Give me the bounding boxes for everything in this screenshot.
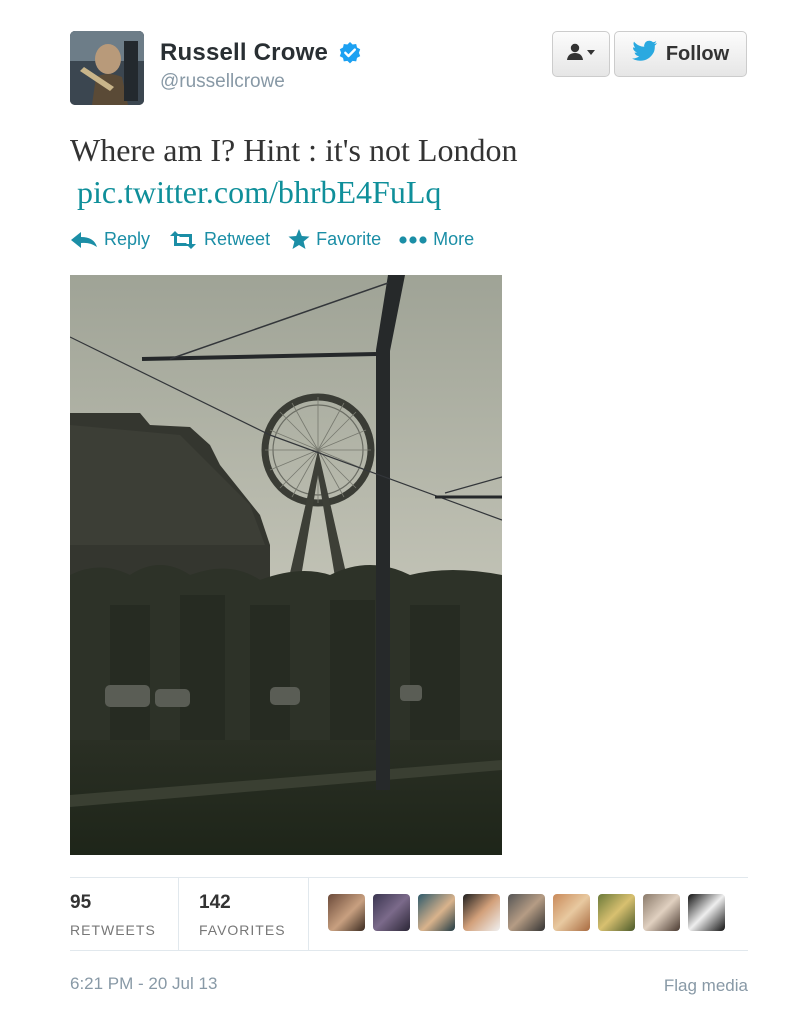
profile-avatar[interactable] xyxy=(70,31,144,105)
reply-button[interactable]: Reply xyxy=(70,229,150,250)
retweets-stat[interactable]: 95 RETWEETS xyxy=(70,892,156,938)
more-button[interactable]: More xyxy=(399,229,474,250)
retweets-count: 95 xyxy=(70,892,92,913)
user-icon xyxy=(566,42,596,67)
verified-badge-icon xyxy=(338,41,362,65)
stat-separator xyxy=(308,878,309,950)
favorite-label: Favorite xyxy=(316,229,382,249)
user-name-block: Russell Crowe @russellcrowe xyxy=(160,39,362,93)
favorites-stat[interactable]: 142 FAVORITES xyxy=(199,892,286,938)
more-label: More xyxy=(433,229,475,249)
user-actions-dropdown-button[interactable] xyxy=(552,31,610,77)
more-dots-icon xyxy=(399,235,427,245)
stat-separator xyxy=(178,878,179,950)
user-avatar-4[interactable] xyxy=(463,894,500,931)
favorites-label: FAVORITES xyxy=(199,922,286,938)
tweet-actions: Reply Retweet Favorite More xyxy=(70,229,492,250)
user-avatar-7[interactable] xyxy=(598,894,635,931)
user-avatar-9[interactable] xyxy=(688,894,725,931)
tweet-timestamp[interactable]: 6:21 PM - 20 Jul 13 xyxy=(70,974,217,994)
reply-label: Reply xyxy=(104,229,151,249)
twitter-bird-icon xyxy=(631,40,658,68)
star-icon xyxy=(288,229,310,250)
user-avatar-6[interactable] xyxy=(553,894,590,931)
favorites-count: 142 xyxy=(199,892,231,913)
tweet-text: Where am I? Hint : it's not London xyxy=(70,132,518,168)
retweet-button[interactable]: Retweet xyxy=(168,229,270,250)
flag-media-link[interactable]: Flag media xyxy=(664,976,748,996)
screen-name[interactable]: @russellcrowe xyxy=(160,71,362,93)
user-avatar-1[interactable] xyxy=(328,894,365,931)
follow-label: Follow xyxy=(665,42,730,65)
tweet-photo[interactable] xyxy=(70,275,502,855)
retweets-label: RETWEETS xyxy=(70,922,156,938)
user-avatar-5[interactable] xyxy=(508,894,545,931)
reply-icon xyxy=(70,231,98,249)
retweet-label: Retweet xyxy=(204,229,271,249)
display-name[interactable]: Russell Crowe xyxy=(160,39,328,67)
user-avatar-3[interactable] xyxy=(418,894,455,931)
tweet-media-link[interactable]: pic.twitter.com/bhrbE4FuLq xyxy=(77,172,441,212)
stats-bottom-divider xyxy=(70,950,748,951)
follow-button[interactable]: Follow xyxy=(614,31,747,77)
favorite-button[interactable]: Favorite xyxy=(288,229,381,250)
user-avatar-2[interactable] xyxy=(373,894,410,931)
user-avatar-8[interactable] xyxy=(643,894,680,931)
retweet-icon xyxy=(168,230,198,249)
tweet-header: Russell Crowe @russellcrowe Follow xyxy=(70,31,750,111)
favoriters-list xyxy=(328,894,725,931)
tweet-stats: 95 RETWEETS 142 FAVORITES xyxy=(70,878,748,950)
